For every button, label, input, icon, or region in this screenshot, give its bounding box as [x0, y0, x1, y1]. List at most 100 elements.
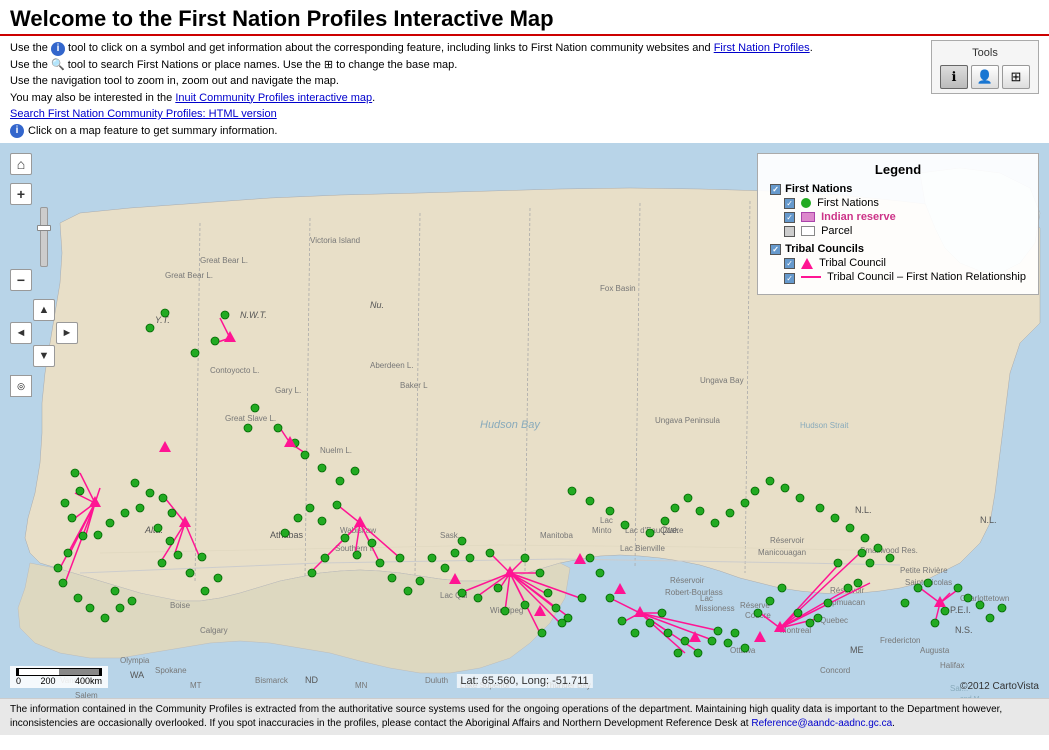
- svg-text:Hudson Bay: Hudson Bay: [480, 419, 541, 431]
- indian-reserve-checkbox[interactable]: [784, 212, 795, 223]
- scale-label-400: 400km: [75, 676, 102, 686]
- svg-text:N.L.: N.L.: [855, 505, 872, 515]
- parcel-symbol: [801, 226, 815, 236]
- scale-label-200: 200: [40, 676, 55, 686]
- overview-button[interactable]: ◎: [10, 375, 32, 397]
- first-nations-dot: [801, 198, 811, 208]
- pan-left-button[interactable]: ◄: [10, 322, 32, 344]
- tribal-relationship-checkbox[interactable]: [784, 273, 795, 284]
- svg-text:Contoyocto L.: Contoyocto L.: [210, 366, 259, 375]
- svg-text:Great Slave L.: Great Slave L.: [225, 414, 276, 423]
- svg-text:Salem: Salem: [75, 691, 98, 698]
- copyright: ©2012 CartoVista: [960, 681, 1039, 692]
- svg-text:Lac: Lac: [600, 516, 613, 525]
- svg-text:Quebec: Quebec: [820, 616, 848, 625]
- first-nation-profiles-link[interactable]: First Nation Profiles: [714, 42, 810, 54]
- svg-text:Nu.: Nu.: [370, 300, 384, 310]
- svg-text:Sask.: Sask.: [440, 531, 460, 540]
- svg-text:Halifax: Halifax: [940, 661, 964, 670]
- first-nations-item-checkbox[interactable]: [784, 198, 795, 209]
- svg-text:ND: ND: [305, 675, 318, 685]
- svg-text:P.E.I.: P.E.I.: [950, 605, 971, 615]
- search-tool-button[interactable]: 👤: [971, 65, 999, 89]
- info-panel: Tools ℹ 👤 ⊞ Use the i tool to click on a…: [0, 36, 1049, 143]
- legend-tribal-councils-header: Tribal Councils: [770, 243, 1026, 255]
- svg-text:Augusta: Augusta: [920, 646, 950, 655]
- svg-text:Concord: Concord: [820, 666, 850, 675]
- pan-up-button[interactable]: ▲: [33, 299, 55, 321]
- svg-text:Great Bear L.: Great Bear L.: [165, 271, 213, 280]
- tribal-councils-checkbox[interactable]: [770, 244, 781, 255]
- svg-text:Olympia: Olympia: [120, 656, 150, 665]
- svg-text:Ungava Bay: Ungava Bay: [700, 376, 744, 385]
- zoom-slider-thumb: [37, 225, 51, 231]
- svg-text:Lac: Lac: [700, 594, 713, 603]
- svg-text:Lac d'Eau Claire: Lac d'Eau Claire: [625, 526, 684, 535]
- svg-text:Réservoir: Réservoir: [770, 536, 805, 545]
- tools-box: Tools ℹ 👤 ⊞: [931, 40, 1039, 94]
- tools-label: Tools: [940, 45, 1030, 62]
- svg-text:Aberdeen L.: Aberdeen L.: [370, 361, 414, 370]
- svg-text:Réserve: Réserve: [740, 601, 770, 610]
- zoom-controls: ⌂ + − ▲ ◄ ► ▼ ◎: [10, 153, 78, 397]
- legend-title: Legend: [770, 162, 1026, 177]
- svg-text:N.S.: N.S.: [955, 625, 973, 635]
- zoom-out-button[interactable]: −: [10, 269, 32, 291]
- map-container[interactable]: Y.T. N.W.T. Contoyocto L. Nu. Alta. Atha…: [0, 143, 1049, 698]
- search-html-link[interactable]: Search First Nation Community Profiles: …: [10, 108, 277, 120]
- svg-text:Fredericton: Fredericton: [880, 636, 920, 645]
- info-icon: i: [10, 124, 24, 138]
- parcel-checkbox[interactable]: [784, 226, 795, 237]
- zoom-in-button[interactable]: +: [10, 183, 32, 205]
- first-nations-checkbox[interactable]: [770, 184, 781, 195]
- pan-down-button[interactable]: ▼: [33, 345, 55, 367]
- legend: Legend First Nations First Nations India…: [757, 153, 1039, 295]
- legend-tribal-council-item: Tribal Council: [784, 257, 1026, 269]
- zoom-slider[interactable]: [40, 207, 48, 267]
- scale-bar: 0 200 400km: [10, 666, 108, 688]
- indian-reserve-symbol: [801, 212, 815, 222]
- info-line-4: You may also be interested in the Inuit …: [10, 90, 1039, 107]
- svg-text:Manicouagan: Manicouagan: [758, 548, 806, 557]
- svg-text:N.L.: N.L.: [980, 515, 997, 525]
- svg-text:Gary L.: Gary L.: [275, 386, 301, 395]
- svg-text:Lac Bienville: Lac Bienville: [620, 544, 665, 553]
- svg-text:Victoria Island: Victoria Island: [310, 236, 360, 245]
- home-button[interactable]: ⌂: [10, 153, 32, 175]
- legend-first-nations-header: First Nations: [770, 183, 1026, 195]
- info-line-3: Use the navigation tool to zoom in, zoom…: [10, 73, 1039, 90]
- legend-first-nations-item: First Nations: [784, 197, 1026, 209]
- tribal-relationship-symbol: [801, 276, 821, 278]
- info-line-1: Use the i tool to click on a symbol and …: [10, 40, 1039, 57]
- svg-text:ME: ME: [850, 645, 864, 655]
- tribal-council-symbol: [801, 258, 813, 269]
- footer: The information contained in the Communi…: [0, 698, 1049, 735]
- tools-buttons: ℹ 👤 ⊞: [940, 65, 1030, 89]
- info-tool-button[interactable]: ℹ: [940, 65, 968, 89]
- svg-text:Boise: Boise: [170, 601, 191, 610]
- svg-text:Missioness: Missioness: [695, 604, 735, 613]
- svg-text:N.W.T.: N.W.T.: [240, 310, 267, 320]
- svg-text:Minto: Minto: [592, 526, 612, 535]
- svg-text:Nuelm L.: Nuelm L.: [320, 446, 352, 455]
- legend-indian-reserve-item: Indian reserve: [784, 211, 1026, 223]
- info-line-2: Use the 🔍 tool to search First Nations o…: [10, 57, 1039, 74]
- navigation-cross: ▲ ◄ ► ▼: [10, 299, 78, 367]
- svg-text:WA: WA: [130, 670, 144, 680]
- svg-text:MN: MN: [355, 681, 368, 690]
- tribal-council-item-checkbox[interactable]: [784, 258, 795, 269]
- pan-right-button[interactable]: ►: [56, 322, 78, 344]
- svg-text:Manitoba: Manitoba: [540, 531, 573, 540]
- scale-label-0: 0: [16, 676, 21, 686]
- svg-text:Fox Basin: Fox Basin: [600, 284, 636, 293]
- page-title: Welcome to the First Nation Profiles Int…: [0, 0, 1049, 36]
- basemap-tool-button[interactable]: ⊞: [1002, 65, 1030, 89]
- svg-text:Hudson Strait: Hudson Strait: [800, 421, 849, 430]
- svg-text:Spokane: Spokane: [155, 666, 187, 675]
- svg-text:Calgary: Calgary: [200, 626, 228, 635]
- inuit-profiles-link[interactable]: Inuit Community Profiles interactive map: [175, 92, 372, 104]
- svg-text:Robert-Bourlass: Robert-Bourlass: [665, 588, 723, 597]
- svg-text:Bismarck: Bismarck: [255, 676, 289, 685]
- reference-email-link[interactable]: Reference@aandc-aadnc.gc.ca: [751, 718, 892, 729]
- svg-text:Ungava Peninsula: Ungava Peninsula: [655, 416, 720, 425]
